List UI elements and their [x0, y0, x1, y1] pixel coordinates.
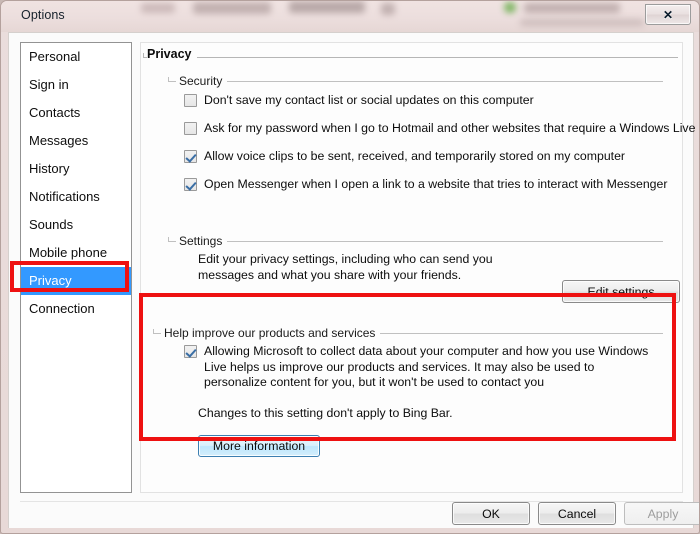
- improve-group-label: Help improve our products and services: [161, 326, 381, 340]
- sidebar-item-label: Contacts: [29, 105, 81, 120]
- bing-bar-note: Changes to this setting don't apply to B…: [198, 406, 453, 420]
- background-blur-smudge: [381, 3, 395, 15]
- sidebar-item-personal[interactable]: Personal: [21, 43, 131, 71]
- sidebar-item-connection[interactable]: Connection: [21, 295, 131, 323]
- checkbox-label: Ask for my password when I go to Hotmail…: [204, 121, 700, 135]
- checkbox-unchecked-icon[interactable]: [184, 122, 197, 135]
- checkbox-label: Don't save my contact list or social upd…: [204, 93, 534, 107]
- checkbox-checked-icon[interactable]: [184, 150, 197, 163]
- settings-description: Edit your privacy settings, including wh…: [198, 252, 493, 282]
- apply-button: Apply: [624, 502, 699, 525]
- dialog-body: Personal Sign in Contacts Messages Histo…: [8, 32, 699, 528]
- sidebar-item-messages[interactable]: Messages: [21, 127, 131, 155]
- checkbox-unchecked-icon[interactable]: [184, 94, 197, 107]
- checkbox-row-voice-clips[interactable]: Allow voice clips to be sent, received, …: [184, 149, 654, 163]
- group-rule: [168, 241, 663, 242]
- background-blur-smudge: [193, 2, 271, 14]
- sidebar-item-sign-in[interactable]: Sign in: [21, 71, 131, 99]
- group-rule-cap: [168, 237, 169, 242]
- sidebar-item-label: History: [29, 161, 70, 176]
- sidebar-item-label: Messages: [29, 133, 89, 148]
- sidebar-item-history[interactable]: History: [21, 155, 131, 183]
- sidebar-item-label: Privacy: [29, 273, 72, 288]
- checkbox-row-ask-password[interactable]: Ask for my password when I go to Hotmail…: [184, 121, 699, 135]
- window-titlebar: Options ✕: [1, 1, 699, 32]
- checkbox-label: Allow voice clips to be sent, received, …: [204, 149, 626, 163]
- window-title: Options: [21, 8, 65, 22]
- options-window: Options ✕ Personal Sign in Contacts Mess…: [0, 0, 700, 534]
- group-rule-cap: [168, 77, 169, 82]
- page-title-rule: [143, 57, 678, 58]
- background-blur-smudge: [504, 2, 516, 13]
- settings-nav-list[interactable]: Personal Sign in Contacts Messages Histo…: [20, 42, 132, 493]
- more-information-button[interactable]: More information: [198, 435, 320, 457]
- background-blur-smudge: [289, 1, 365, 13]
- sidebar-item-contacts[interactable]: Contacts: [21, 99, 131, 127]
- sidebar-item-notifications[interactable]: Notifications: [21, 183, 131, 211]
- checkbox-row-open-messenger[interactable]: Open Messenger when I open a link to a w…: [184, 177, 667, 191]
- close-icon: ✕: [662, 7, 674, 22]
- sidebar-item-privacy[interactable]: Privacy: [21, 267, 131, 295]
- page-title-rule-cap: [143, 53, 144, 58]
- checkbox-checked-icon[interactable]: [184, 178, 197, 191]
- background-blur-smudge: [141, 3, 175, 13]
- checkbox-row-dont-save-contacts[interactable]: Don't save my contact list or social upd…: [184, 93, 654, 107]
- checkbox-label: Open Messenger when I open a link to a w…: [204, 177, 668, 191]
- sidebar-item-label: Mobile phone: [29, 245, 108, 260]
- checkbox-checked-icon[interactable]: [184, 345, 197, 358]
- settings-group-label: Settings: [176, 234, 228, 248]
- sidebar-item-sounds[interactable]: Sounds: [21, 211, 131, 239]
- sidebar-item-label: Connection: [29, 301, 95, 316]
- close-button[interactable]: ✕: [645, 4, 691, 25]
- page-title: Privacy: [147, 47, 198, 61]
- security-group-label: Security: [176, 74, 228, 88]
- sidebar-item-label: Sign in: [29, 77, 69, 92]
- checkbox-label: Allowing Microsoft to collect data about…: [204, 344, 649, 389]
- privacy-settings-panel: Privacy Security Don't save my contact l…: [140, 42, 699, 493]
- ok-button[interactable]: OK: [452, 502, 530, 525]
- sidebar-item-label: Notifications: [29, 189, 100, 204]
- checkbox-row-allow-data-collection[interactable]: Allowing Microsoft to collect data about…: [184, 344, 654, 391]
- cancel-button[interactable]: Cancel: [538, 502, 616, 525]
- group-rule: [168, 81, 663, 82]
- sidebar-item-mobile-phone[interactable]: Mobile phone: [21, 239, 131, 267]
- group-rule-cap: [153, 329, 154, 334]
- background-blur-smudge: [520, 19, 644, 26]
- sidebar-item-label: Sounds: [29, 217, 74, 232]
- sidebar-item-label: Personal: [29, 49, 81, 64]
- background-blur-smudge: [524, 3, 620, 13]
- edit-settings-button[interactable]: Edit settings: [562, 280, 680, 303]
